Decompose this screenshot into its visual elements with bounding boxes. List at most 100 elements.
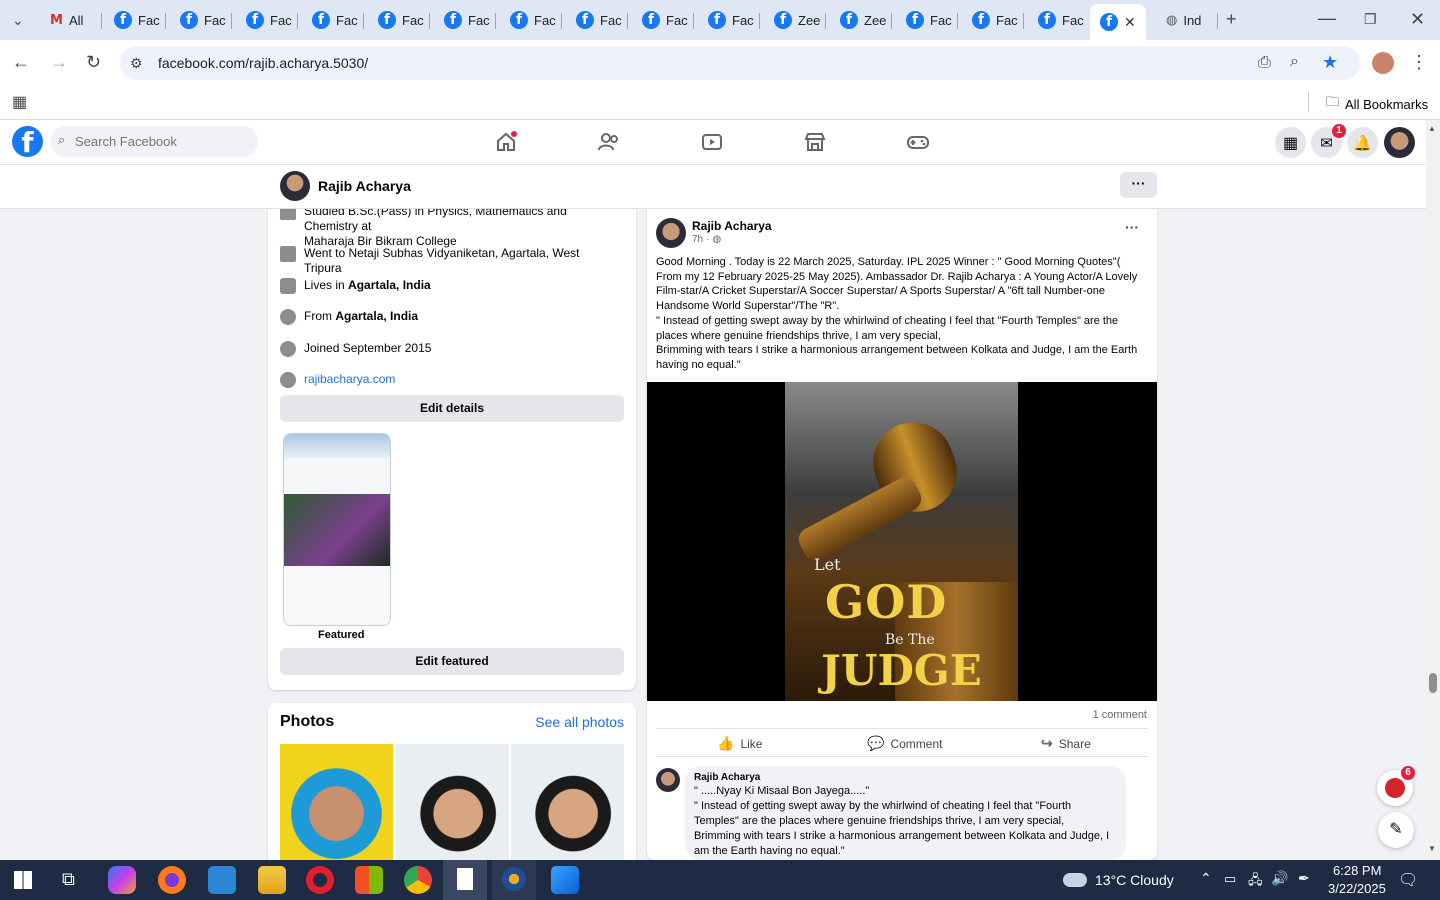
- apps-grid-icon[interactable]: ▦: [12, 93, 27, 113]
- comment-count[interactable]: 1 comment: [1093, 709, 1147, 721]
- photo-thumbnail[interactable]: [511, 744, 624, 860]
- notifications-button[interactable]: 🔔: [1347, 127, 1378, 158]
- share-button[interactable]: ↪ Share: [1041, 735, 1091, 752]
- comment-author[interactable]: Rajib Acharya: [694, 772, 1117, 783]
- tab-close-icon[interactable]: ✕: [1124, 14, 1136, 31]
- page-scrollbar[interactable]: ▲ ▼: [1426, 120, 1440, 860]
- edit-featured-button[interactable]: Edit featured: [280, 648, 624, 675]
- clock-time[interactable]: 6:28 PM: [1333, 863, 1381, 878]
- url-text[interactable]: facebook.com/rajib.acharya.5030/: [158, 55, 368, 71]
- account-avatar[interactable]: [1384, 127, 1415, 158]
- address-bar[interactable]: ⚙ facebook.com/rajib.acharya.5030/ ⎙ ⌕ ★: [120, 46, 1360, 80]
- tab-facebook[interactable]: f Fac: [896, 6, 958, 34]
- search-box[interactable]: ⌕: [50, 126, 258, 157]
- clock-date[interactable]: 3/22/2025: [1328, 881, 1386, 896]
- window-minimize-icon[interactable]: —: [1318, 8, 1336, 28]
- tab-facebook[interactable]: f Fac: [500, 6, 562, 34]
- tab-facebook-active[interactable]: f ✕: [1090, 4, 1146, 40]
- friends-icon[interactable]: [597, 130, 621, 154]
- new-message-button[interactable]: ✎: [1378, 812, 1414, 848]
- tab-facebook[interactable]: f Fac: [566, 6, 628, 34]
- search-input[interactable]: [75, 126, 250, 157]
- bookmark-star-icon[interactable]: ★: [1322, 52, 1338, 72]
- post-author-name[interactable]: Rajib Acharya: [692, 219, 772, 233]
- comment-button[interactable]: 💬 Comment: [867, 735, 942, 752]
- intro-lives: Lives in Agartala, India: [280, 278, 620, 294]
- tab-facebook[interactable]: f Fac: [368, 6, 430, 34]
- tab-gmail[interactable]: M All: [40, 6, 102, 34]
- home-icon[interactable]: [494, 130, 518, 154]
- featured-thumbnail[interactable]: [283, 433, 391, 626]
- photos-app-icon[interactable]: [551, 866, 579, 894]
- messenger-icon: ✉: [1320, 134, 1333, 152]
- tab-facebook[interactable]: f Fac: [236, 6, 298, 34]
- opera-icon[interactable]: [306, 866, 334, 894]
- messenger-button[interactable]: ✉ 1: [1311, 124, 1346, 158]
- tab-facebook[interactable]: f Fac: [698, 6, 760, 34]
- tray-device-icon[interactable]: ▭: [1224, 871, 1236, 887]
- edit-details-button[interactable]: Edit details: [280, 395, 624, 422]
- marketplace-icon[interactable]: [803, 130, 827, 154]
- zoom-icon[interactable]: ⌕: [1290, 52, 1299, 72]
- facebook-logo-icon[interactable]: f: [12, 126, 43, 157]
- tab-zee[interactable]: f Zee: [830, 6, 892, 34]
- weather-text[interactable]: 13°C Cloudy: [1095, 872, 1174, 888]
- like-button[interactable]: 👍 Like: [717, 735, 762, 752]
- tab-facebook[interactable]: f Fac: [1028, 6, 1090, 34]
- post-image[interactable]: Let GOD Be The JUDGE: [647, 382, 1157, 701]
- site-settings-icon[interactable]: ⚙: [130, 53, 143, 73]
- pen-icon[interactable]: ✒: [1298, 870, 1310, 887]
- tab-search-chevron-icon[interactable]: ⌄: [12, 10, 24, 30]
- window-restore-icon[interactable]: ❐: [1364, 9, 1377, 29]
- copilot-icon[interactable]: [108, 866, 136, 894]
- post-options-icon[interactable]: ···: [1125, 219, 1139, 235]
- taskbar-app-media[interactable]: [492, 860, 536, 900]
- notifications-icon[interactable]: 🗨: [1398, 870, 1418, 890]
- windows-start-icon[interactable]: [14, 871, 32, 889]
- firefox-icon[interactable]: [158, 866, 186, 894]
- avatar[interactable]: [280, 171, 310, 201]
- intro-school: Went to Netaji Subhas Vidyaniketan, Agar…: [280, 246, 620, 276]
- see-all-photos-link[interactable]: See all photos: [535, 714, 624, 730]
- all-bookmarks-folder[interactable]: 🗀 All Bookmarks: [1326, 93, 1428, 115]
- install-app-icon[interactable]: ⎙: [1258, 53, 1271, 73]
- taskbar-app-active[interactable]: [443, 860, 487, 900]
- back-arrow-icon[interactable]: ←: [12, 52, 30, 72]
- profile-name[interactable]: Rajib Acharya: [318, 178, 411, 194]
- scroll-thumb[interactable]: [1429, 673, 1437, 693]
- scroll-up-arrow-icon[interactable]: ▲: [1428, 124, 1436, 133]
- folder-icon: 🗀: [1326, 94, 1340, 109]
- profile-avatar[interactable]: [1372, 52, 1394, 74]
- tab-facebook[interactable]: f Fac: [170, 6, 232, 34]
- post-author-avatar[interactable]: [656, 218, 686, 248]
- forward-arrow-icon[interactable]: →: [50, 52, 68, 72]
- scroll-down-arrow-icon[interactable]: ▼: [1428, 844, 1436, 853]
- google-chrome-icon[interactable]: [404, 866, 432, 894]
- comment-author-avatar[interactable]: [656, 768, 680, 792]
- network-icon[interactable]: 🖧: [1248, 871, 1263, 893]
- task-view-icon[interactable]: ⧉: [62, 869, 75, 890]
- video-icon[interactable]: [700, 130, 724, 154]
- tab-ind[interactable]: ◍ Ind: [1156, 6, 1218, 34]
- photo-thumbnail[interactable]: [280, 744, 393, 860]
- tab-facebook[interactable]: f Fac: [632, 6, 694, 34]
- tab-facebook[interactable]: f Fac: [434, 6, 496, 34]
- tab-facebook[interactable]: f Fac: [962, 6, 1024, 34]
- profile-more-button[interactable]: ···: [1120, 172, 1157, 198]
- gaming-icon[interactable]: [906, 130, 930, 154]
- menu-grid-button[interactable]: ▦: [1275, 127, 1306, 158]
- volume-icon[interactable]: 🔊: [1271, 870, 1288, 887]
- file-explorer-icon[interactable]: [258, 866, 286, 894]
- window-close-icon[interactable]: ✕: [1410, 9, 1425, 29]
- news-widget-button[interactable]: 6: [1377, 766, 1415, 806]
- menu-kebab-icon[interactable]: ⋮: [1410, 52, 1428, 72]
- new-tab-plus-icon[interactable]: +: [1226, 9, 1237, 29]
- tab-facebook[interactable]: f Fac: [302, 6, 364, 34]
- tab-zee[interactable]: f Zee: [764, 6, 826, 34]
- photo-thumbnail[interactable]: [396, 744, 509, 860]
- tray-chevron-icon[interactable]: ⌃: [1200, 870, 1212, 887]
- messaging-app-icon[interactable]: [208, 866, 236, 894]
- reload-icon[interactable]: ↻: [86, 52, 101, 72]
- microsoft-store-icon[interactable]: [355, 866, 383, 894]
- tab-facebook[interactable]: f Fac: [104, 6, 166, 34]
